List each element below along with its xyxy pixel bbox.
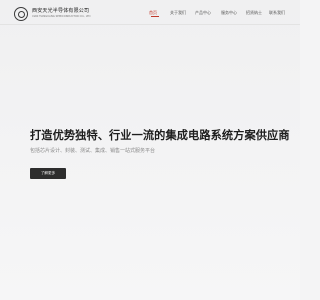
nav-item-products[interactable]: 产品中心 (195, 10, 211, 16)
nav-item-contact[interactable]: 联系我们 (269, 10, 285, 16)
nav-active-indicator (151, 16, 159, 17)
nav-item-about[interactable]: 关于我们 (170, 10, 186, 16)
hero-headline: 打造优势独特、行业一流的集成电路系统方案供应商 (30, 129, 290, 142)
nav-item-services[interactable]: 服务中心 (221, 10, 237, 16)
nav-item-careers[interactable]: 招贤纳士 (246, 10, 262, 16)
hero-subline: 包括芯片设计、封装、测试、集成、销售一站式服务平台 (30, 148, 156, 154)
main-nav: 首页 关于我们 产品中心 服务中心 招贤纳士 联系我们 (0, 10, 300, 18)
top-navbar: 西安天光半导体有限公司 XIAN TIANGUANG SEMICONDUCTOR… (0, 0, 300, 26)
learn-more-button[interactable]: 了解更多 (30, 168, 66, 179)
navbar-divider (0, 24, 300, 25)
